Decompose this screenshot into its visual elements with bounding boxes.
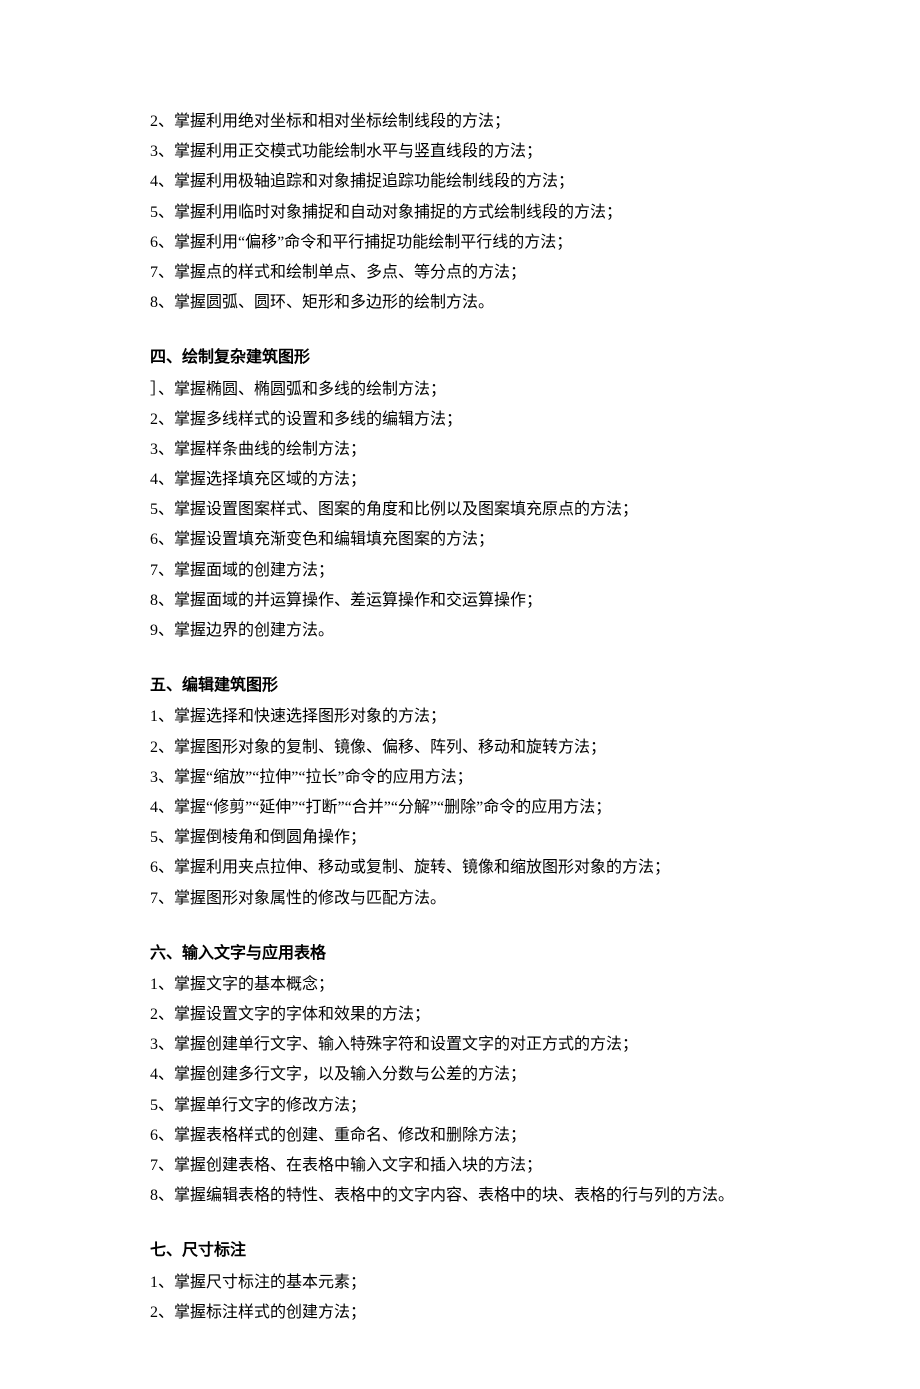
list-item: 2、掌握多线样式的设置和多线的编辑方法；: [150, 406, 770, 433]
section-5: 五、编辑建筑图形 1、掌握选择和快速选择图形对象的方法； 2、掌握图形对象的复制…: [150, 672, 770, 912]
list-item: 7、掌握点的样式和绘制单点、多点、等分点的方法；: [150, 259, 770, 286]
section-heading-4: 四、绘制复杂建筑图形: [150, 344, 770, 371]
list-item: ］、掌握椭圆、椭圆弧和多线的绘制方法；: [150, 376, 770, 403]
list-item: 7、掌握创建表格、在表格中输入文字和插入块的方法；: [150, 1152, 770, 1179]
section-heading-6: 六、输入文字与应用表格: [150, 940, 770, 967]
list-item: 5、掌握单行文字的修改方法；: [150, 1092, 770, 1119]
list-item: 7、掌握面域的创建方法；: [150, 557, 770, 584]
list-item: 2、掌握利用绝对坐标和相对坐标绘制线段的方法；: [150, 108, 770, 135]
list-item: 2、掌握设置文字的字体和效果的方法；: [150, 1001, 770, 1028]
list-item: 9、掌握边界的创建方法。: [150, 617, 770, 644]
list-item: 3、掌握创建单行文字、输入特殊字符和设置文字的对正方式的方法；: [150, 1031, 770, 1058]
list-item: 1、掌握选择和快速选择图形对象的方法；: [150, 703, 770, 730]
list-item: 8、掌握面域的并运算操作、差运算操作和交运算操作；: [150, 587, 770, 614]
list-item: 4、掌握“修剪”“延伸”“打断”“合并”“分解”“删除”命令的应用方法；: [150, 794, 770, 821]
section-heading-5: 五、编辑建筑图形: [150, 672, 770, 699]
list-item: 8、掌握编辑表格的特性、表格中的文字内容、表格中的块、表格的行与列的方法。: [150, 1182, 770, 1209]
section-4: 四、绘制复杂建筑图形 ］、掌握椭圆、椭圆弧和多线的绘制方法； 2、掌握多线样式的…: [150, 344, 770, 644]
list-item: 5、掌握设置图案样式、图案的角度和比例以及图案填充原点的方法；: [150, 496, 770, 523]
list-item: 6、掌握利用夹点拉伸、移动或复制、旋转、镜像和缩放图形对象的方法；: [150, 854, 770, 881]
document-content: 2、掌握利用绝对坐标和相对坐标绘制线段的方法； 3、掌握利用正交模式功能绘制水平…: [150, 108, 770, 1326]
list-item: 7、掌握图形对象属性的修改与匹配方法。: [150, 885, 770, 912]
list-item: 4、掌握选择填充区域的方法；: [150, 466, 770, 493]
list-item: 4、掌握创建多行文字，以及输入分数与公差的方法；: [150, 1061, 770, 1088]
list-item: 2、掌握标注样式的创建方法；: [150, 1299, 770, 1326]
list-item: 6、掌握表格样式的创建、重命名、修改和删除方法；: [150, 1122, 770, 1149]
list-item: 4、掌握利用极轴追踪和对象捕捉追踪功能绘制线段的方法；: [150, 168, 770, 195]
list-item: 6、掌握利用“偏移”命令和平行捕捉功能绘制平行线的方法；: [150, 229, 770, 256]
list-item: 1、掌握文字的基本概念；: [150, 971, 770, 998]
list-item: 6、掌握设置填充渐变色和编辑填充图案的方法；: [150, 526, 770, 553]
list-item: 5、掌握利用临时对象捕捉和自动对象捕捉的方式绘制线段的方法；: [150, 199, 770, 226]
section-7: 七、尺寸标注 1、掌握尺寸标注的基本元素； 2、掌握标注样式的创建方法；: [150, 1237, 770, 1326]
list-item: 2、掌握图形对象的复制、镜像、偏移、阵列、移动和旋转方法；: [150, 734, 770, 761]
list-item: 5、掌握倒棱角和倒圆角操作；: [150, 824, 770, 851]
section-6: 六、输入文字与应用表格 1、掌握文字的基本概念； 2、掌握设置文字的字体和效果的…: [150, 940, 770, 1210]
list-item: 3、掌握“缩放”“拉伸”“拉长”命令的应用方法；: [150, 764, 770, 791]
list-item: 3、掌握利用正交模式功能绘制水平与竖直线段的方法；: [150, 138, 770, 165]
section-continued: 2、掌握利用绝对坐标和相对坐标绘制线段的方法； 3、掌握利用正交模式功能绘制水平…: [150, 108, 770, 316]
list-item: 8、掌握圆弧、圆环、矩形和多边形的绘制方法。: [150, 289, 770, 316]
list-item: 3、掌握样条曲线的绘制方法；: [150, 436, 770, 463]
section-heading-7: 七、尺寸标注: [150, 1237, 770, 1264]
list-item: 1、掌握尺寸标注的基本元素；: [150, 1269, 770, 1296]
